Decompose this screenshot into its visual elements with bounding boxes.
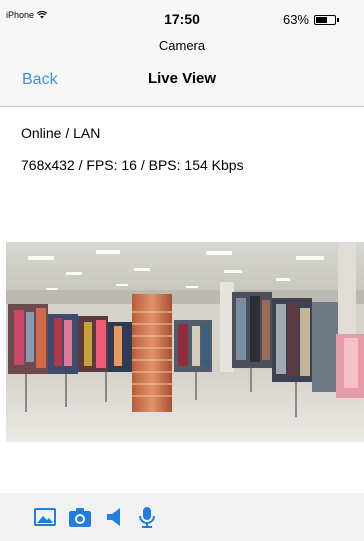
image-icon[interactable] [33, 505, 57, 529]
bottom-toolbar [0, 493, 364, 541]
microphone-icon[interactable] [135, 505, 159, 529]
battery-icon [314, 14, 339, 25]
battery-percent: 63% [282, 12, 309, 27]
video-frame [6, 242, 364, 442]
connection-status: Online / LAN [21, 125, 101, 141]
stream-stats: 768x432 / FPS: 16 / BPS: 154 Kbps [21, 157, 244, 173]
page-title: Live View [147, 70, 217, 87]
app-subtitle: Camera [0, 36, 364, 56]
camera-icon[interactable] [68, 505, 92, 529]
status-bar: iPhone 17:50 63% [0, 0, 364, 36]
live-video-view[interactable] [6, 242, 364, 442]
navigation-bar: Back Live View [0, 56, 364, 107]
speaker-icon[interactable] [104, 505, 128, 529]
battery-indicator: 63% [282, 12, 339, 27]
